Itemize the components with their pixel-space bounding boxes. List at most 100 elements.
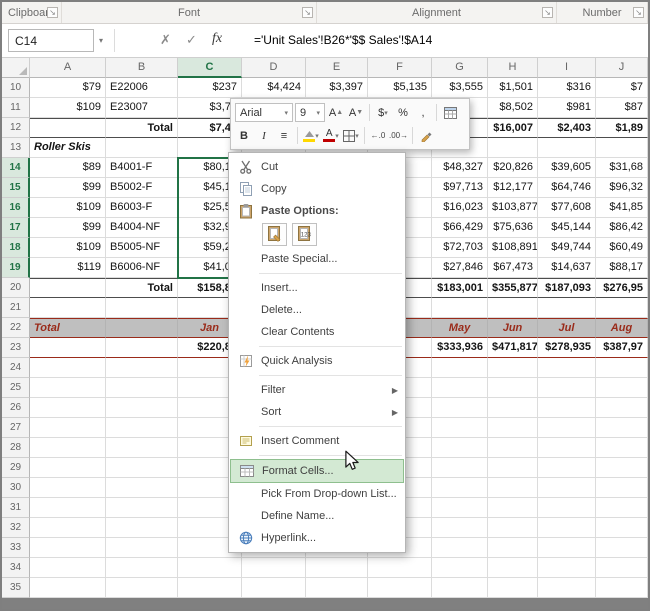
cell-J28[interactable]: [596, 438, 648, 458]
cell-I26[interactable]: [538, 398, 596, 418]
column-header-J[interactable]: J: [596, 58, 648, 78]
cell-J23[interactable]: $387,97: [596, 338, 648, 358]
cell-J31[interactable]: [596, 498, 648, 518]
cell-H12[interactable]: $16,007: [488, 118, 538, 138]
cell-H13[interactable]: [488, 138, 538, 158]
cell-A19[interactable]: $119: [30, 258, 106, 278]
menu-item-hyperlink[interactable]: Hyperlink...: [229, 527, 405, 549]
select-all-corner[interactable]: [2, 58, 30, 78]
cell-A33[interactable]: [30, 538, 106, 558]
menu-item-insert[interactable]: Insert...: [229, 277, 405, 299]
cell-J12[interactable]: $1,89: [596, 118, 648, 138]
cell-I28[interactable]: [538, 438, 596, 458]
dialog-launcher-icon[interactable]: ↘: [47, 7, 58, 18]
menu-item-delete[interactable]: Delete...: [229, 299, 405, 321]
cell-B30[interactable]: [106, 478, 178, 498]
cell-H27[interactable]: [488, 418, 538, 438]
row-header-11[interactable]: 11: [2, 98, 30, 118]
cell-J11[interactable]: $87: [596, 98, 648, 118]
row-header-23[interactable]: 23: [2, 338, 30, 358]
paste-values-button[interactable]: 123: [292, 223, 317, 246]
cell-B28[interactable]: [106, 438, 178, 458]
cell-A26[interactable]: [30, 398, 106, 418]
cell-B19[interactable]: B6006-NF: [106, 258, 178, 278]
cell-B15[interactable]: B5002-F: [106, 178, 178, 198]
cell-E34[interactable]: [306, 558, 368, 578]
cell-I35[interactable]: [538, 578, 596, 598]
cell-B35[interactable]: [106, 578, 178, 598]
row-header-15[interactable]: 15: [2, 178, 30, 198]
cell-G31[interactable]: [432, 498, 488, 518]
cell-I19[interactable]: $14,637: [538, 258, 596, 278]
cell-I15[interactable]: $64,746: [538, 178, 596, 198]
insert-function-icon[interactable]: fx: [212, 31, 222, 47]
row-header-25[interactable]: 25: [2, 378, 30, 398]
cell-A24[interactable]: [30, 358, 106, 378]
column-header-F[interactable]: F: [368, 58, 432, 78]
cell-J10[interactable]: $7: [596, 78, 648, 98]
cell-G28[interactable]: [432, 438, 488, 458]
cell-F35[interactable]: [368, 578, 432, 598]
column-header-A[interactable]: A: [30, 58, 106, 78]
cell-B20[interactable]: Total: [106, 278, 178, 298]
cell-A29[interactable]: [30, 458, 106, 478]
decrease-decimal-button[interactable]: .00→: [389, 126, 408, 145]
cell-A20[interactable]: [30, 278, 106, 298]
font-name-combo[interactable]: Arial ▾: [235, 103, 293, 122]
row-header-16[interactable]: 16: [2, 198, 30, 218]
cell-H23[interactable]: $471,817: [488, 338, 538, 358]
cell-C10[interactable]: $237: [178, 78, 242, 98]
cell-J20[interactable]: $276,95: [596, 278, 648, 298]
cell-J29[interactable]: [596, 458, 648, 478]
column-header-B[interactable]: B: [106, 58, 178, 78]
menu-item-copy[interactable]: Copy: [229, 178, 405, 200]
row-header-24[interactable]: 24: [2, 358, 30, 378]
cell-G14[interactable]: $48,327: [432, 158, 488, 178]
cell-J14[interactable]: $31,68: [596, 158, 648, 178]
cell-I30[interactable]: [538, 478, 596, 498]
cell-B23[interactable]: [106, 338, 178, 358]
cell-H35[interactable]: [488, 578, 538, 598]
cell-B29[interactable]: [106, 458, 178, 478]
menu-item-cut[interactable]: Cut: [229, 156, 405, 178]
menu-item-paste-special[interactable]: Paste Special...: [229, 248, 405, 270]
cell-A34[interactable]: [30, 558, 106, 578]
cell-F10[interactable]: $5,135: [368, 78, 432, 98]
cell-A27[interactable]: [30, 418, 106, 438]
row-header-29[interactable]: 29: [2, 458, 30, 478]
cell-G20[interactable]: $183,001: [432, 278, 488, 298]
cell-B25[interactable]: [106, 378, 178, 398]
row-header-31[interactable]: 31: [2, 498, 30, 518]
cell-I33[interactable]: [538, 538, 596, 558]
cell-H11[interactable]: $8,502: [488, 98, 538, 118]
cell-B17[interactable]: B4004-NF: [106, 218, 178, 238]
cell-J18[interactable]: $60,49: [596, 238, 648, 258]
cell-G32[interactable]: [432, 518, 488, 538]
cell-J26[interactable]: [596, 398, 648, 418]
row-header-30[interactable]: 30: [2, 478, 30, 498]
cell-B12[interactable]: Total: [106, 118, 178, 138]
cell-A10[interactable]: $79: [30, 78, 106, 98]
row-header-34[interactable]: 34: [2, 558, 30, 578]
cell-H34[interactable]: [488, 558, 538, 578]
column-header-I[interactable]: I: [538, 58, 596, 78]
cell-H32[interactable]: [488, 518, 538, 538]
increase-decimal-button[interactable]: ←.0: [369, 126, 387, 145]
menu-item-filter[interactable]: Filter▶: [229, 379, 405, 401]
cell-B16[interactable]: B6003-F: [106, 198, 178, 218]
cell-G27[interactable]: [432, 418, 488, 438]
cell-E35[interactable]: [306, 578, 368, 598]
menu-item-define-name[interactable]: Define Name...: [229, 505, 405, 527]
row-header-17[interactable]: 17: [2, 218, 30, 238]
cell-H18[interactable]: $108,891: [488, 238, 538, 258]
cell-J22[interactable]: Aug: [596, 318, 648, 338]
menu-item-insert-comment[interactable]: Insert Comment: [229, 430, 405, 452]
cell-J33[interactable]: [596, 538, 648, 558]
cell-B24[interactable]: [106, 358, 178, 378]
cell-J13[interactable]: [596, 138, 648, 158]
cell-H22[interactable]: Jun: [488, 318, 538, 338]
cell-H26[interactable]: [488, 398, 538, 418]
cell-H16[interactable]: $103,877: [488, 198, 538, 218]
cell-A14[interactable]: $89: [30, 158, 106, 178]
dialog-launcher-icon[interactable]: ↘: [542, 7, 553, 18]
